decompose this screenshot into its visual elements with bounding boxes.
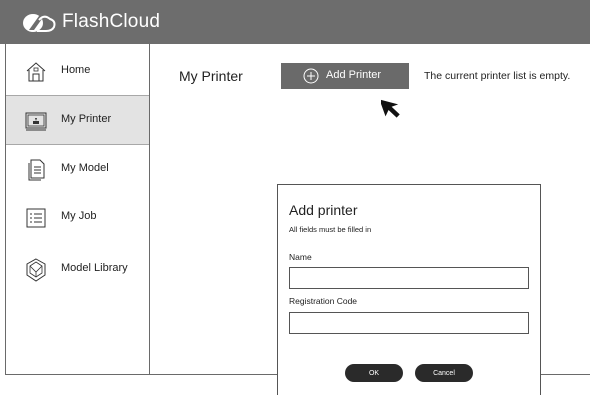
document-icon xyxy=(28,159,45,181)
model-library-icon xyxy=(26,258,46,282)
name-input[interactable] xyxy=(289,267,529,289)
empty-list-message: The current printer list is empty. xyxy=(424,70,571,82)
app-title: FlashCloud xyxy=(62,11,161,32)
registration-code-label: Registration Code xyxy=(289,296,358,306)
ok-button[interactable]: OK xyxy=(345,364,403,382)
printer-icon xyxy=(25,112,47,131)
add-printer-button[interactable]: Add Printer xyxy=(281,63,409,89)
name-field-label: Name xyxy=(289,252,312,262)
sidebar: Home My Printer My Model My Job Model Li… xyxy=(5,44,150,375)
job-list-icon xyxy=(26,208,46,228)
top-bar: FlashCloud xyxy=(0,0,590,44)
add-circle-icon xyxy=(303,68,319,84)
sidebar-item-model-library[interactable]: Model Library xyxy=(6,245,149,295)
page-title: My Printer xyxy=(179,68,243,84)
sidebar-item-my-printer[interactable]: My Printer xyxy=(6,95,149,145)
home-icon xyxy=(26,62,46,82)
dialog-title: Add printer xyxy=(289,202,358,218)
dialog-subtitle: All fields must be filled in xyxy=(289,225,372,234)
sidebar-item-home[interactable]: Home xyxy=(6,47,149,97)
sidebar-item-label: Home xyxy=(61,64,91,76)
flashcloud-logo-icon xyxy=(23,14,56,32)
add-printer-button-label: Add Printer xyxy=(326,69,382,81)
sidebar-item-my-job[interactable]: My Job xyxy=(6,193,149,243)
mouse-cursor-icon xyxy=(381,99,400,118)
sidebar-item-my-model[interactable]: My Model xyxy=(6,145,149,195)
sidebar-item-label: Model Library xyxy=(61,262,128,274)
sidebar-item-label: My Job xyxy=(61,210,97,222)
sidebar-item-label: My Model xyxy=(61,162,109,174)
cancel-button[interactable]: Cancel xyxy=(415,364,473,382)
sidebar-item-label: My Printer xyxy=(61,113,112,125)
registration-code-input[interactable] xyxy=(289,312,529,334)
add-printer-dialog: Add printer All fields must be filled in… xyxy=(277,184,541,395)
